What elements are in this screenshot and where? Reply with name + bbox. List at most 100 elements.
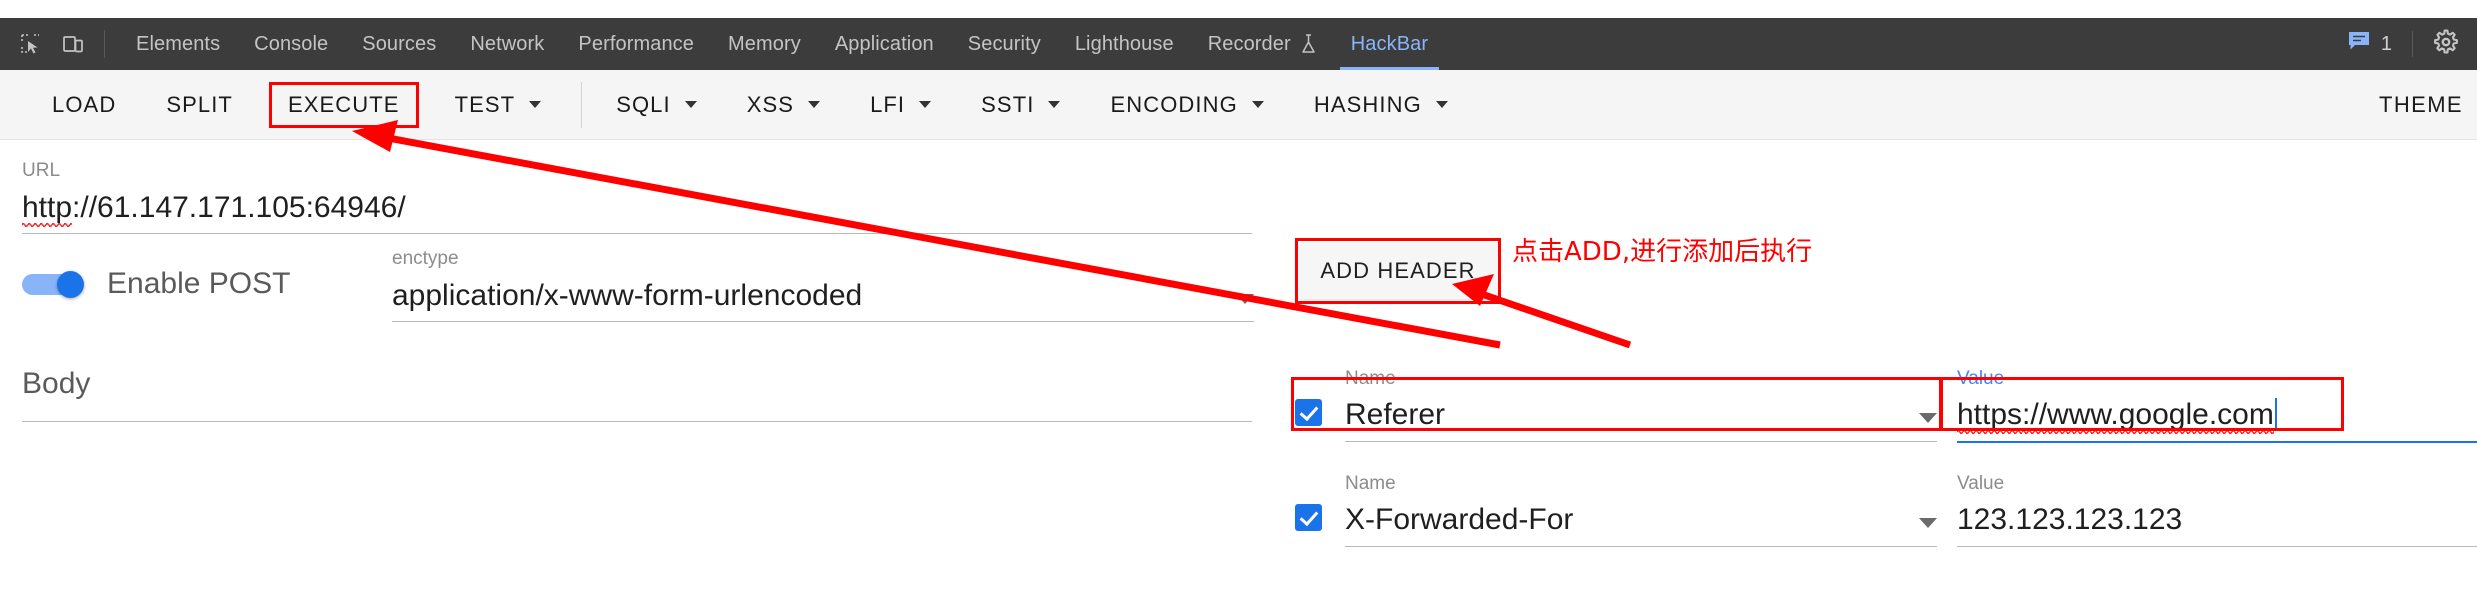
button-label: ADD HEADER <box>1320 258 1476 283</box>
execute-button[interactable]: EXECUTE <box>268 81 419 128</box>
header-row: Name Referer Value https://www.google.co… <box>1295 369 2477 443</box>
tab-label: Recorder <box>1207 32 1291 55</box>
button-label: HASHING <box>1313 91 1422 117</box>
toolbar-divider <box>104 30 105 58</box>
header-enabled-checkbox[interactable] <box>1295 504 1322 531</box>
tab-sources[interactable]: Sources <box>345 18 453 70</box>
header-enabled-checkbox[interactable] <box>1295 399 1322 426</box>
hackbar-toolbar: LOAD SPLIT EXECUTE TEST SQLI XSS LFI SST… <box>0 70 2477 140</box>
button-label: SPLIT <box>166 91 233 117</box>
button-label: TEST <box>454 91 516 117</box>
tab-performance[interactable]: Performance <box>561 18 711 70</box>
tab-application[interactable]: Application <box>818 18 951 70</box>
header-value-misspelled-token: https <box>1957 398 2023 434</box>
tab-label: HackBar <box>1350 32 1429 55</box>
enctype-select[interactable]: application/x-www-form-urlencoded <box>392 279 1254 312</box>
chevron-down-icon <box>808 101 821 108</box>
message-icon <box>2348 31 2370 57</box>
message-count: 1 <box>2380 32 2392 55</box>
sqli-dropdown-button[interactable]: SQLI <box>602 83 711 127</box>
lfi-dropdown-button[interactable]: LFI <box>856 83 945 127</box>
test-dropdown-button[interactable]: TEST <box>441 83 556 127</box>
annotation-note-chinese: 点击ADD,进行添加后执行 <box>1512 237 1813 267</box>
chevron-down-icon <box>529 101 542 108</box>
header-value-label: Value <box>1957 368 2005 389</box>
enable-post-row[interactable]: Enable POST <box>22 267 290 301</box>
header-value-field-group: Value https://www.google.com <box>1957 369 2477 443</box>
enable-post-label: Enable POST <box>107 267 291 300</box>
hackbar-panel: URL http://61.147.171.105:64946/ Enable … <box>0 141 2477 603</box>
header-value-label: Value <box>1957 473 2005 494</box>
tab-label: Sources <box>362 32 437 55</box>
header-value-underline <box>1957 546 2477 547</box>
tab-label: Console <box>254 32 329 55</box>
header-value-rest: ://www.google.com <box>2022 398 2274 434</box>
header-name-input[interactable]: Referer <box>1345 398 1445 431</box>
chevron-down-icon[interactable] <box>1919 413 1937 423</box>
chevron-down-icon <box>684 101 697 108</box>
gear-icon[interactable] <box>2433 29 2459 60</box>
header-value-input[interactable]: 123.123.123.123 <box>1957 503 2477 536</box>
enctype-value: application/x-www-form-urlencoded <box>392 279 863 312</box>
chevron-down-icon <box>1251 101 1264 108</box>
header-value-field-group: Value 123.123.123.123 <box>1957 474 2477 547</box>
xss-dropdown-button[interactable]: XSS <box>733 83 834 127</box>
button-label: SSTI <box>981 91 1035 117</box>
tab-memory[interactable]: Memory <box>711 18 818 70</box>
devtools-right-controls: 1 <box>2348 18 2477 70</box>
right-divider <box>2412 31 2413 57</box>
toolbar-group-divider <box>581 81 583 128</box>
chevron-down-icon <box>1236 294 1254 304</box>
header-name-field-group: Name X-Forwarded-For <box>1345 474 1937 547</box>
button-label: THEME <box>2379 91 2463 117</box>
body-label: Body <box>22 367 91 400</box>
header-name-field-group: Name Referer <box>1345 369 1937 442</box>
message-counter[interactable]: 1 <box>2348 31 2392 57</box>
body-field-group: Body <box>22 369 1252 422</box>
chevron-down-icon <box>1435 101 1448 108</box>
tab-recorder[interactable]: Recorder <box>1191 18 1334 70</box>
text-cursor <box>2274 398 2277 430</box>
button-label: LOAD <box>52 91 117 117</box>
enctype-label: enctype <box>392 248 459 269</box>
chevron-down-icon[interactable] <box>1919 518 1937 528</box>
device-toolbar-icon[interactable] <box>52 24 94 64</box>
encoding-dropdown-button[interactable]: ENCODING <box>1096 83 1277 127</box>
devtools-tab-bar: Elements Console Sources Network Perform… <box>0 18 2477 70</box>
tab-label: Network <box>470 32 545 55</box>
enable-post-toggle[interactable] <box>22 271 84 298</box>
tab-hackbar[interactable]: HackBar <box>1334 18 1445 70</box>
load-button[interactable]: LOAD <box>38 83 130 127</box>
toggle-knob <box>57 271 84 298</box>
tab-lighthouse[interactable]: Lighthouse <box>1058 18 1191 70</box>
chevron-down-icon <box>919 101 932 108</box>
tab-label: Application <box>834 32 934 55</box>
url-input[interactable]: http://61.147.171.105:64946/ <box>22 191 1252 227</box>
header-name-underline <box>1345 546 1937 547</box>
url-value-rest: ://61.147.171.105:64946/ <box>72 191 406 224</box>
theme-button[interactable]: THEME <box>2379 92 2477 118</box>
url-underline <box>22 233 1252 234</box>
tab-elements[interactable]: Elements <box>119 18 237 70</box>
add-header-highlight-box: ADD HEADER <box>1295 238 1501 304</box>
split-button[interactable]: SPLIT <box>152 83 247 127</box>
header-value-underline <box>1957 441 2477 443</box>
enctype-underline <box>392 321 1254 322</box>
tab-label: Lighthouse <box>1074 32 1174 55</box>
header-name-label: Name <box>1345 368 1396 389</box>
flask-icon <box>1300 34 1317 54</box>
header-value-input[interactable]: https://www.google.com <box>1957 398 2477 434</box>
header-name-input[interactable]: X-Forwarded-For <box>1345 503 1573 536</box>
ssti-dropdown-button[interactable]: SSTI <box>967 83 1074 127</box>
tab-label: Elements <box>136 32 221 55</box>
tab-security[interactable]: Security <box>951 18 1058 70</box>
chevron-down-icon <box>1048 101 1061 108</box>
tab-network[interactable]: Network <box>453 18 561 70</box>
add-header-button[interactable]: ADD HEADER <box>1300 243 1496 299</box>
inspect-element-icon[interactable] <box>10 24 52 64</box>
button-label: SQLI <box>616 91 671 117</box>
tab-console[interactable]: Console <box>237 18 345 70</box>
hashing-dropdown-button[interactable]: HASHING <box>1300 83 1462 127</box>
button-label: XSS <box>746 91 795 117</box>
tab-label: Memory <box>728 32 801 55</box>
